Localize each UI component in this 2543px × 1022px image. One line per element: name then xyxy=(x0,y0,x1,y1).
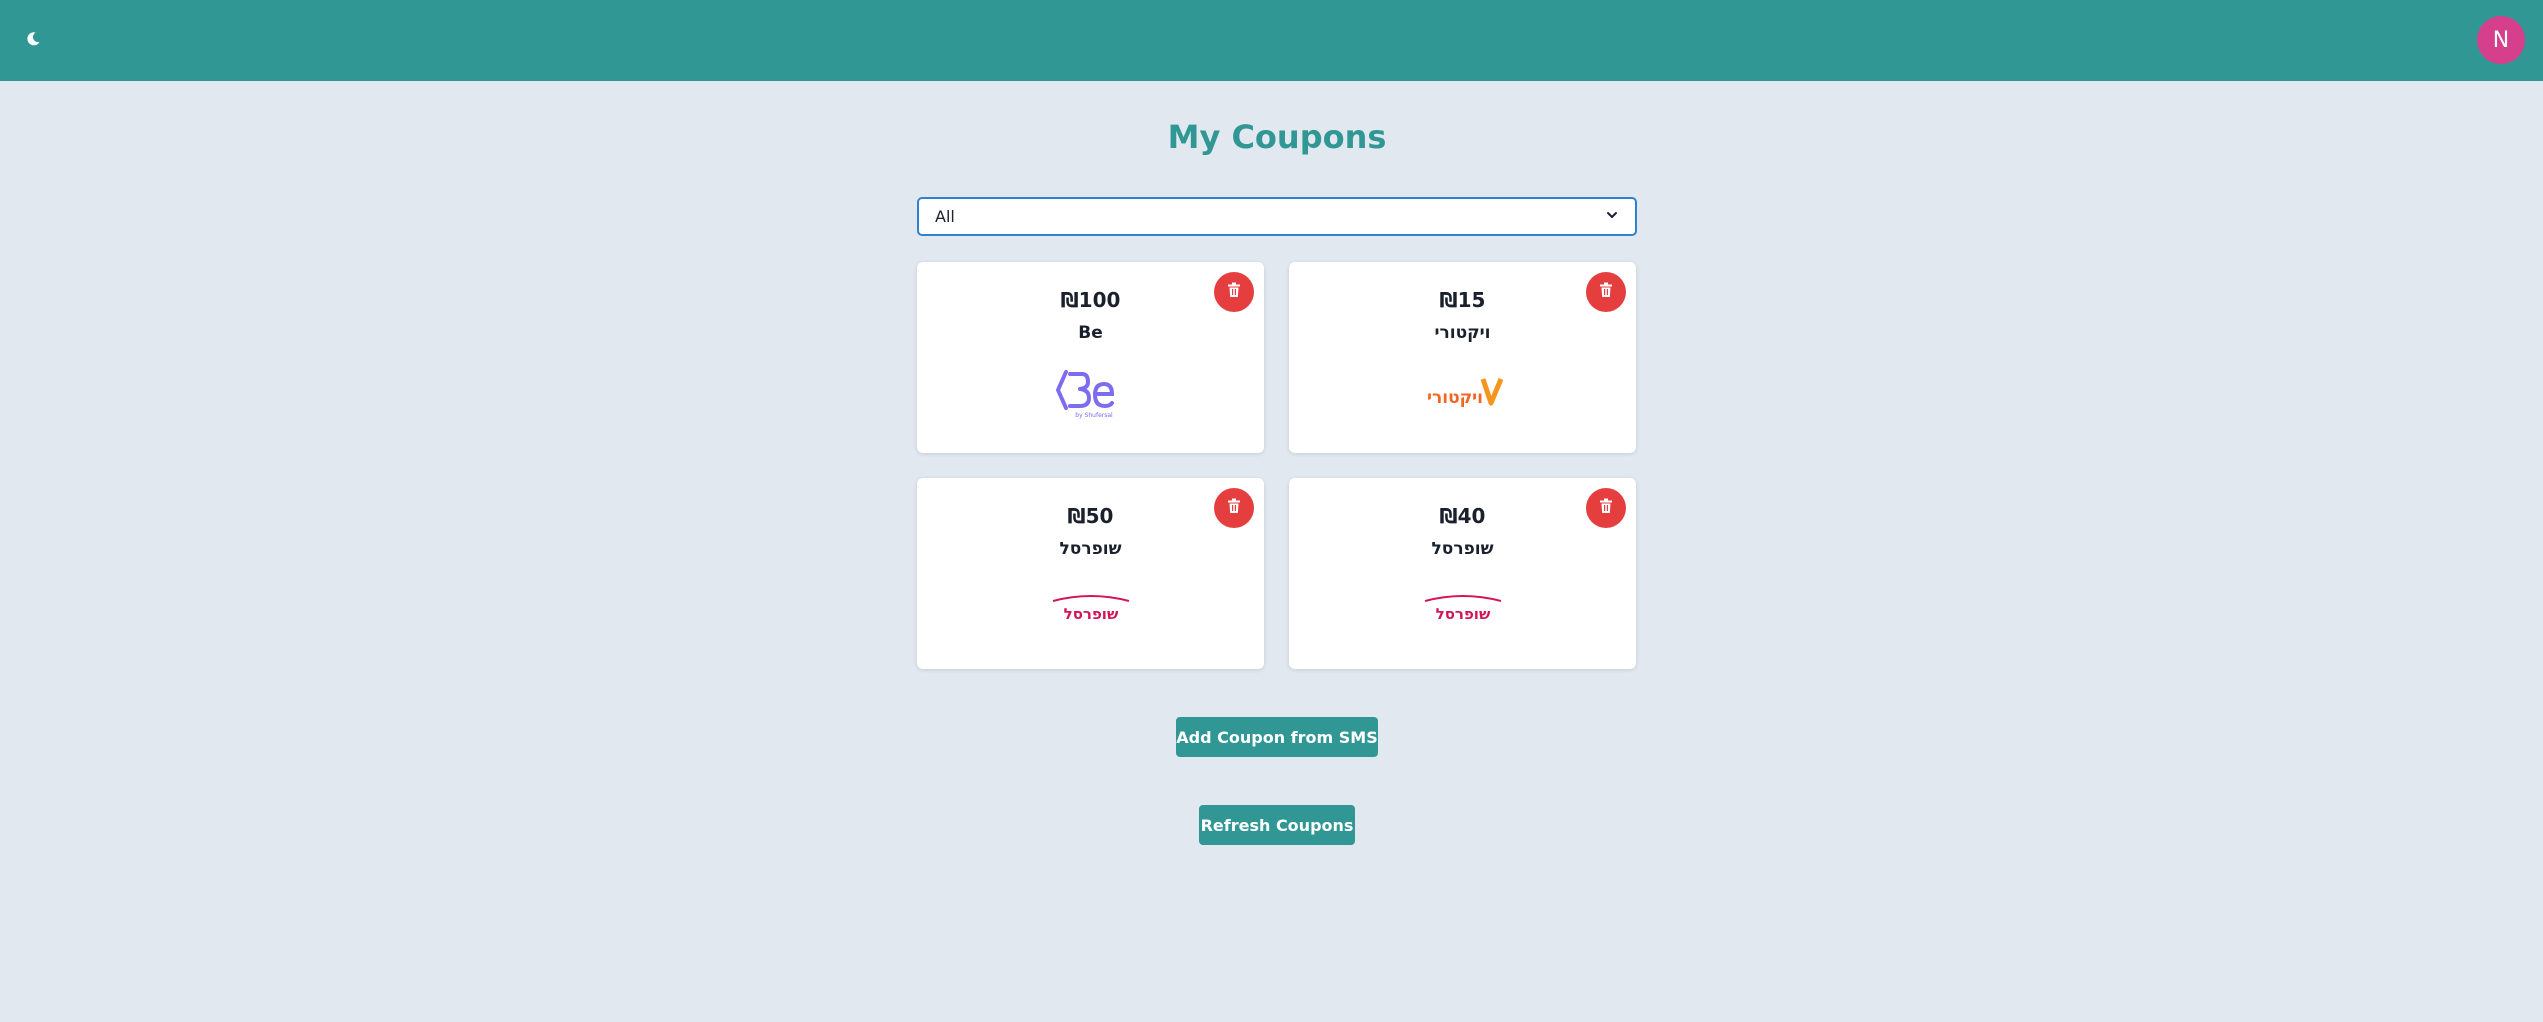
be-logo-subtitle: by Shufersal xyxy=(1075,412,1113,419)
coupon-store-name: שופרסל xyxy=(1431,539,1494,559)
shufersal-logo-text: שופרסל xyxy=(1435,605,1490,623)
coupon-amount: ₪15 xyxy=(1439,288,1486,312)
coupon-amount: ₪100 xyxy=(1060,288,1121,312)
delete-button[interactable] xyxy=(1214,488,1254,528)
delete-button[interactable] xyxy=(1214,272,1254,312)
add-coupon-from-sms-button[interactable]: Add Coupon from SMS xyxy=(1176,717,1378,757)
trash-icon xyxy=(1597,497,1615,519)
victory-logo: ויקטורי xyxy=(1289,366,1636,420)
moon-icon[interactable] xyxy=(20,26,46,52)
trash-icon xyxy=(1225,497,1243,519)
filter-selected-value: All xyxy=(935,207,955,226)
be-logo: by Shufersal xyxy=(917,366,1264,420)
trash-icon xyxy=(1597,281,1615,303)
victory-logo-text: ויקטורי xyxy=(1427,388,1483,408)
page-title: My Coupons xyxy=(1167,118,1387,156)
chevron-down-icon xyxy=(1605,207,1619,226)
coupon-amount: ₪50 xyxy=(1067,504,1114,528)
refresh-coupons-button[interactable]: Refresh Coupons xyxy=(1199,805,1355,845)
coupon-card[interactable]: ₪15 ויקטורי ויקטורי xyxy=(1289,262,1636,453)
store-filter-select[interactable]: All xyxy=(917,197,1637,236)
coupon-amount: ₪40 xyxy=(1439,504,1486,528)
coupon-store-name: Be xyxy=(1078,323,1103,343)
top-bar: N xyxy=(0,0,2543,81)
shufersal-logo-text: שופרסל xyxy=(1063,605,1118,623)
coupon-card[interactable]: ₪100 Be by Shufersal xyxy=(917,262,1264,453)
coupon-card[interactable]: ₪40 שופרסל שופרסל xyxy=(1289,478,1636,669)
coupon-store-name: ויקטורי xyxy=(1434,323,1491,343)
coupon-card[interactable]: ₪50 שופרסל שופרסל xyxy=(917,478,1264,669)
shufersal-logo: שופרסל xyxy=(917,582,1264,636)
shufersal-logo: שופרסל xyxy=(1289,582,1636,636)
trash-icon xyxy=(1225,281,1243,303)
delete-button[interactable] xyxy=(1586,272,1626,312)
delete-button[interactable] xyxy=(1586,488,1626,528)
coupon-store-name: שופרסל xyxy=(1059,539,1122,559)
avatar[interactable]: N xyxy=(2477,16,2525,64)
